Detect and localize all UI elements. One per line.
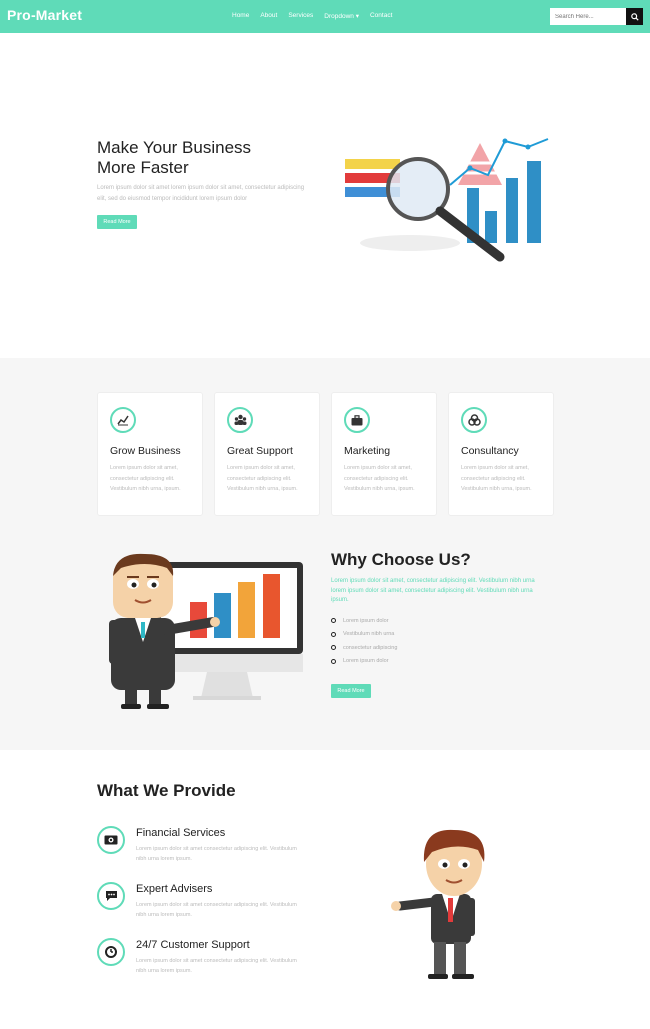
- navbar: Pro-Market Home About Services Dropdown …: [0, 0, 650, 33]
- search-input[interactable]: [550, 8, 626, 25]
- nav-item-home[interactable]: Home: [232, 12, 249, 20]
- bullet-icon: [331, 658, 336, 664]
- service-card: Grow Business Lorem ipsum dolor sit amet…: [97, 392, 203, 516]
- brand-logo[interactable]: Pro-Market: [7, 7, 82, 23]
- feature-item: Financial Services Lorem ipsum dolor sit…: [97, 826, 357, 866]
- feature-description: Lorem ipsum dolor sit amet consectetur a…: [136, 846, 297, 862]
- search-button[interactable]: [626, 8, 643, 25]
- feature-title: Financial Services: [136, 827, 226, 839]
- nav-menu: Home About Services Dropdown ▾ Contact: [232, 12, 392, 20]
- nav-item-services[interactable]: Services: [288, 12, 313, 20]
- hero-title: Make Your Business More Faster: [97, 138, 252, 177]
- service-description: Lorem ipsum dolor sit amet, consectetur …: [344, 465, 415, 492]
- feature-description: Lorem ipsum dolor sit amet consectetur a…: [136, 958, 297, 974]
- bullet-icon: [331, 618, 336, 624]
- users-icon: [227, 407, 253, 433]
- list-item: Lorem ipsum dolor: [331, 655, 397, 669]
- services-section: Grow Business Lorem ipsum dolor sit amet…: [0, 358, 650, 750]
- presenter-illustration: [109, 553, 303, 709]
- briefcase-icon: [344, 407, 370, 433]
- feature-item: 24/7 Customer Support Lorem ipsum dolor …: [97, 938, 357, 978]
- hero-read-more-button[interactable]: Read More: [97, 215, 137, 229]
- provide-title: What We Provide: [97, 781, 236, 800]
- service-description: Lorem ipsum dolor sit amet, consectetur …: [227, 465, 298, 492]
- nav-item-about[interactable]: About: [260, 12, 277, 20]
- service-card: Great Support Lorem ipsum dolor sit amet…: [214, 392, 320, 516]
- why-read-more-button[interactable]: Read More: [331, 684, 371, 698]
- service-description: Lorem ipsum dolor sit amet, consectetur …: [461, 465, 532, 492]
- nav-item-dropdown[interactable]: Dropdown ▾: [324, 12, 359, 20]
- cubes-icon: [461, 407, 487, 433]
- hero-section: Make Your Business More Faster Lorem ips…: [0, 33, 650, 358]
- search-icon: [630, 12, 639, 21]
- why-choose-title: Why Choose Us?: [331, 550, 471, 569]
- service-card: Marketing Lorem ipsum dolor sit amet, co…: [331, 392, 437, 516]
- why-choose-list: Lorem ipsum dolor Vestibulum nibh urna c…: [331, 614, 397, 668]
- why-choose-description: Lorem ipsum dolor sit amet, consectetur …: [331, 578, 535, 603]
- hero-description: Lorem ipsum dolor sit amet lorem ipsum d…: [97, 185, 305, 202]
- service-description: Lorem ipsum dolor sit amet, consectetur …: [110, 465, 181, 492]
- feature-description: Lorem ipsum dolor sit amet consectetur a…: [136, 902, 297, 918]
- list-item: Vestibulum nibh urna: [331, 628, 397, 642]
- service-title: Grow Business: [110, 445, 181, 457]
- service-title: Marketing: [344, 445, 391, 457]
- service-card: Consultancy Lorem ipsum dolor sit amet, …: [448, 392, 554, 516]
- nav-item-contact[interactable]: Contact: [370, 12, 392, 20]
- analytics-illustration: [345, 138, 549, 262]
- businessman-illustration: [391, 829, 485, 979]
- clock-icon: [97, 938, 125, 966]
- chat-icon: [97, 882, 125, 910]
- list-item: Lorem ipsum dolor: [331, 614, 397, 628]
- provide-section: What We Provide Financial Services Lorem…: [0, 750, 650, 1029]
- list-item: consectetur adipiscing: [331, 641, 397, 655]
- service-title: Consultancy: [461, 445, 519, 457]
- feature-title: 24/7 Customer Support: [136, 939, 250, 951]
- chart-line-icon: [110, 407, 136, 433]
- feature-title: Expert Advisers: [136, 883, 213, 895]
- service-title: Great Support: [227, 445, 293, 457]
- feature-item: Expert Advisers Lorem ipsum dolor sit am…: [97, 882, 357, 922]
- bullet-icon: [331, 645, 336, 651]
- money-icon: [97, 826, 125, 854]
- bullet-icon: [331, 631, 336, 637]
